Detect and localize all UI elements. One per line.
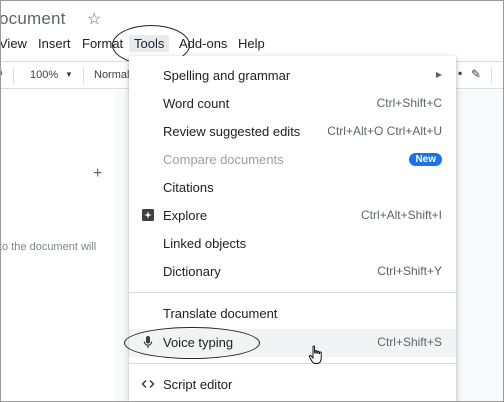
- menu-item-citations[interactable]: Citations: [129, 174, 456, 202]
- document-title[interactable]: ocument: [1, 9, 66, 29]
- menu-item-label: Translate document: [163, 306, 278, 321]
- menu-item-label: Dictionary: [163, 264, 221, 279]
- new-badge: New: [409, 153, 442, 166]
- star-icon[interactable]: ☆: [87, 9, 101, 29]
- menu-item-dictionary[interactable]: Dictionary Ctrl+Shift+Y: [129, 258, 456, 286]
- pen-icon[interactable]: ✎: [471, 67, 481, 81]
- zoom-select[interactable]: 100%: [30, 69, 58, 81]
- menu-item-translate-document[interactable]: Translate document: [129, 300, 456, 328]
- menu-item-label: Word count: [163, 96, 230, 111]
- menu-divider: [129, 292, 456, 293]
- add-heading-icon[interactable]: +: [93, 165, 102, 183]
- menu-item-shortcut: Ctrl+Shift+S: [377, 335, 442, 349]
- menu-item-label: Spelling and grammar: [163, 68, 291, 83]
- menu-item-label: Citations: [163, 180, 214, 195]
- menu-item-review-suggested-edits[interactable]: Review suggested edits Ctrl+Alt+O Ctrl+A…: [129, 118, 456, 146]
- menu-item-spelling-and-grammar[interactable]: Spelling and grammar ▶: [129, 62, 456, 90]
- page-background: [456, 90, 503, 401]
- menu-item-label: Review suggested edits: [163, 124, 301, 139]
- app-window: ocument ☆ View Insert Format Tools Add-o…: [0, 0, 504, 402]
- menu-help[interactable]: Help: [238, 36, 265, 51]
- menu-item-shortcut: Ctrl+Alt+Shift+I: [360, 208, 442, 222]
- submenu-arrow-icon: ▶: [435, 70, 442, 79]
- menu-item-shortcut: Ctrl+Alt+O Ctrl+Alt+U: [327, 124, 442, 138]
- menu-item-compare-documents: Compare documents New: [129, 146, 456, 174]
- hand-cursor-icon: [308, 345, 322, 364]
- tools-menu: Spelling and grammar ▶ Word count Ctrl+S…: [124, 56, 456, 401]
- code-brackets-icon: [141, 379, 155, 389]
- toolbar-divider: [83, 67, 84, 84]
- menu-divider: [129, 363, 456, 364]
- paint-format-icon[interactable]: ᵃ: [1, 67, 2, 81]
- outline-hint: to the document will: [0, 241, 97, 253]
- menu-item-label: Explore: [163, 208, 208, 223]
- menu-item-label: Script editor: [163, 377, 233, 392]
- menu-insert[interactable]: Insert: [38, 36, 71, 51]
- toolbar-divider: [13, 67, 14, 84]
- zoom-dropdown-icon[interactable]: ▼: [65, 70, 73, 79]
- menu-item-explore[interactable]: Explore Ctrl+Alt+Shift+I: [129, 202, 456, 230]
- style-select[interactable]: Normal: [94, 69, 129, 81]
- menu-item-shortcut: Ctrl+Shift+Y: [377, 264, 442, 278]
- annotation-circle: [124, 327, 260, 359]
- menu-item-script-editor[interactable]: Script editor: [129, 371, 456, 399]
- menu-item-linked-objects[interactable]: Linked objects: [129, 230, 456, 258]
- menu-item-label: Compare documents: [163, 152, 284, 167]
- dot-icon: ▪: [458, 66, 463, 80]
- menu-item-label: Linked objects: [163, 236, 247, 251]
- toolbar-divider: [491, 67, 492, 84]
- menu-view[interactable]: View: [1, 36, 27, 51]
- menu-item-shortcut: Ctrl+Shift+C: [376, 96, 442, 110]
- explore-icon: [142, 209, 154, 221]
- menu-item-word-count[interactable]: Word count Ctrl+Shift+C: [129, 90, 456, 118]
